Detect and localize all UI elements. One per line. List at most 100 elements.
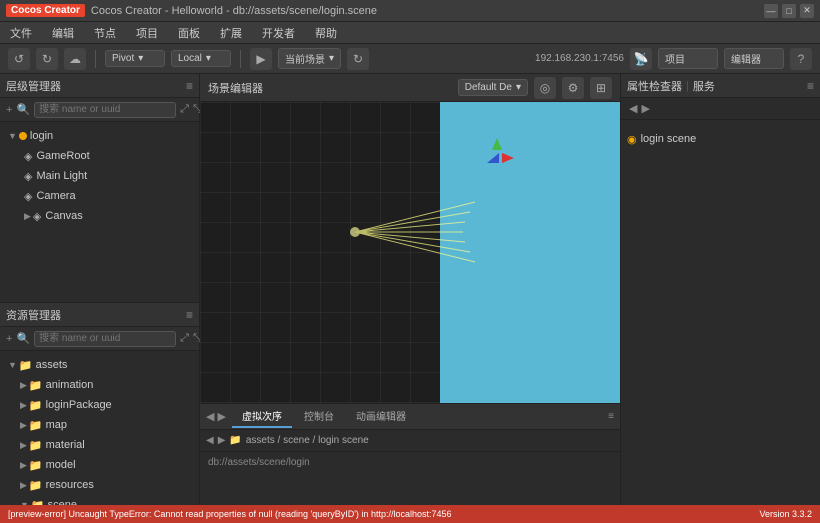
search-icon: 🔍 (16, 103, 30, 116)
node-icon-2: ◈ (24, 170, 32, 183)
play-button[interactable]: ▶ (250, 48, 272, 70)
hierarchy-search-input[interactable] (34, 102, 176, 118)
inspector-scene-item: ◉ login scene (627, 128, 814, 150)
pivot-dropdown[interactable]: Pivot ▾ (105, 50, 165, 67)
inspector-title: 属性检查器 (627, 78, 682, 94)
scene-dropdown[interactable]: 当前场景 ▾ (278, 48, 341, 69)
app-brand[interactable]: Cocos Creator (6, 4, 85, 17)
status-message: [preview-error] Uncaught TypeError: Cann… (8, 509, 452, 519)
redo-button[interactable]: ↻ (36, 48, 58, 70)
asset-label: animation (46, 379, 94, 391)
folder-arrow-6: ▶ (20, 460, 27, 471)
asset-item-loginpackage[interactable]: ▶ 📁 loginPackage (0, 395, 199, 415)
toolbar-sep-1 (95, 50, 96, 68)
scene-label: 当前场景 (285, 51, 325, 66)
scene-gizmo-3[interactable]: ⊞ (590, 77, 612, 99)
asset-label: loginPackage (46, 399, 112, 411)
asset-label: model (46, 459, 76, 471)
inspector-header: 属性检查器 | 服务 ≡ (621, 74, 820, 98)
folder-icon-2: 📁 (29, 379, 43, 392)
inspector-menu-icon[interactable]: ≡ (807, 79, 814, 93)
hierarchy-item-canvas[interactable]: ▶ ◈ Canvas (0, 206, 199, 226)
asset-item-map[interactable]: ▶ 📁 map (0, 415, 199, 435)
breadcrumb-path: assets / scene / login scene (246, 435, 369, 446)
cloud-button[interactable]: ☁ (64, 48, 86, 70)
asset-item-resources[interactable]: ▶ 📁 resources (0, 475, 199, 495)
tab-menu-icon[interactable]: ≡ (608, 411, 614, 422)
tab-animation-editor[interactable]: 动画编辑器 (346, 405, 416, 428)
scene-gizmo-2[interactable]: ⚙ (562, 77, 584, 99)
chevron-down-icon-3: ▾ (329, 53, 334, 64)
add-asset-icon[interactable]: + (6, 333, 12, 345)
refresh-button[interactable]: ↻ (347, 48, 369, 70)
tab-console[interactable]: 控制台 (294, 405, 344, 428)
folder-icon-3: 📁 (29, 399, 43, 412)
title-bar: Cocos Creator Cocos Creator - Helloworld… (0, 0, 820, 22)
nav-left-icon[interactable]: ◀ (629, 102, 637, 115)
menu-edit[interactable]: 编辑 (48, 23, 78, 43)
menu-file[interactable]: 文件 (6, 23, 36, 43)
hierarchy-item-label: Camera (36, 190, 75, 202)
menu-help[interactable]: 帮助 (311, 23, 341, 43)
local-label: Local (178, 53, 202, 64)
scene-editor: 场景编辑器 Default De ▾ ◎ ⚙ ⊞ (200, 74, 620, 403)
nav-right-icon[interactable]: ▶ (641, 102, 649, 115)
tab-virtual-order[interactable]: 虚拟次序 (232, 405, 292, 428)
breadcrumb-nav-right[interactable]: ▶ (218, 435, 226, 446)
assets-search-bar: + 🔍 ⤢ ⤡ (0, 327, 199, 351)
menu-developer[interactable]: 开发者 (258, 23, 299, 43)
asset-item-material[interactable]: ▶ 📁 material (0, 435, 199, 455)
menu-extend[interactable]: 扩展 (216, 23, 246, 43)
toolbar-right: 192.168.230.1:7456 📡 项目 编辑器 ? (535, 48, 812, 70)
maximize-button[interactable]: □ (782, 4, 796, 18)
editor-dropdown[interactable]: 编辑器 (724, 48, 784, 69)
asset-item-animation[interactable]: ▶ 📁 animation (0, 375, 199, 395)
scene-canvas[interactable] (200, 102, 620, 403)
undo-button[interactable]: ↺ (8, 48, 30, 70)
help-button[interactable]: ? (790, 48, 812, 70)
node-icon: ◈ (24, 150, 32, 163)
hierarchy-item-camera[interactable]: ◈ Camera (0, 186, 199, 206)
asset-item-model[interactable]: ▶ 📁 model (0, 455, 199, 475)
tab-icons-left[interactable]: ◀ ▶ (206, 410, 226, 423)
center-tab-bar: ◀ ▶ 虚拟次序 控制台 动画编辑器 ≡ (200, 404, 620, 430)
minimize-button[interactable]: — (764, 4, 778, 18)
folder-icon-7: 📁 (29, 479, 43, 492)
scene-view-dropdown[interactable]: Default De ▾ (458, 79, 528, 96)
asset-item-assets[interactable]: ▼ 📁 assets (0, 355, 199, 375)
hierarchy-header: 层级管理器 ≡ (0, 74, 199, 98)
scene-gizmo-1[interactable]: ◎ (534, 77, 556, 99)
hierarchy-item-login[interactable]: ▼ login (0, 126, 199, 146)
assets-title: 资源管理器 (6, 307, 61, 323)
broadcast-icon: 📡 (630, 48, 652, 70)
menu-project[interactable]: 项目 (132, 23, 162, 43)
status-bar: [preview-error] Uncaught TypeError: Cann… (0, 505, 820, 523)
add-node-icon[interactable]: + (6, 104, 12, 116)
expand-icon-2[interactable]: ⤢ (180, 332, 189, 345)
hierarchy-item-label: GameRoot (36, 150, 89, 162)
hierarchy-item-label: Canvas (45, 210, 82, 222)
hierarchy-item-label: login (30, 130, 53, 142)
local-dropdown[interactable]: Local ▾ (171, 50, 231, 67)
folder-icon: 📁 (19, 359, 33, 372)
chevron-down-icon-2: ▾ (206, 53, 211, 64)
assets-menu-icon[interactable]: ≡ (186, 308, 193, 322)
gizmo-svg (472, 130, 522, 180)
menu-node[interactable]: 节点 (90, 23, 120, 43)
hierarchy-menu-icon[interactable]: ≡ (186, 79, 193, 93)
asset-label: map (46, 419, 67, 431)
title-controls: — □ ✕ (764, 4, 814, 18)
hierarchy-title: 层级管理器 (6, 78, 61, 94)
scene-toolbar: 场景编辑器 Default De ▾ ◎ ⚙ ⊞ (200, 74, 620, 102)
expand-icon[interactable]: ⤢ (180, 103, 189, 116)
hierarchy-item-gameroot[interactable]: ◈ GameRoot (0, 146, 199, 166)
hierarchy-item-mainlight[interactable]: ◈ Main Light (0, 166, 199, 186)
chevron-down-icon: ▾ (138, 53, 143, 64)
breadcrumb-nav-left[interactable]: ◀ (206, 435, 214, 446)
menu-panel[interactable]: 面板 (174, 23, 204, 43)
folder-icon-4: 📁 (29, 419, 43, 432)
project-dropdown[interactable]: 项目 (658, 48, 718, 69)
folder-arrow-3: ▶ (20, 400, 27, 411)
assets-search-input[interactable] (34, 331, 176, 347)
close-button[interactable]: ✕ (800, 4, 814, 18)
